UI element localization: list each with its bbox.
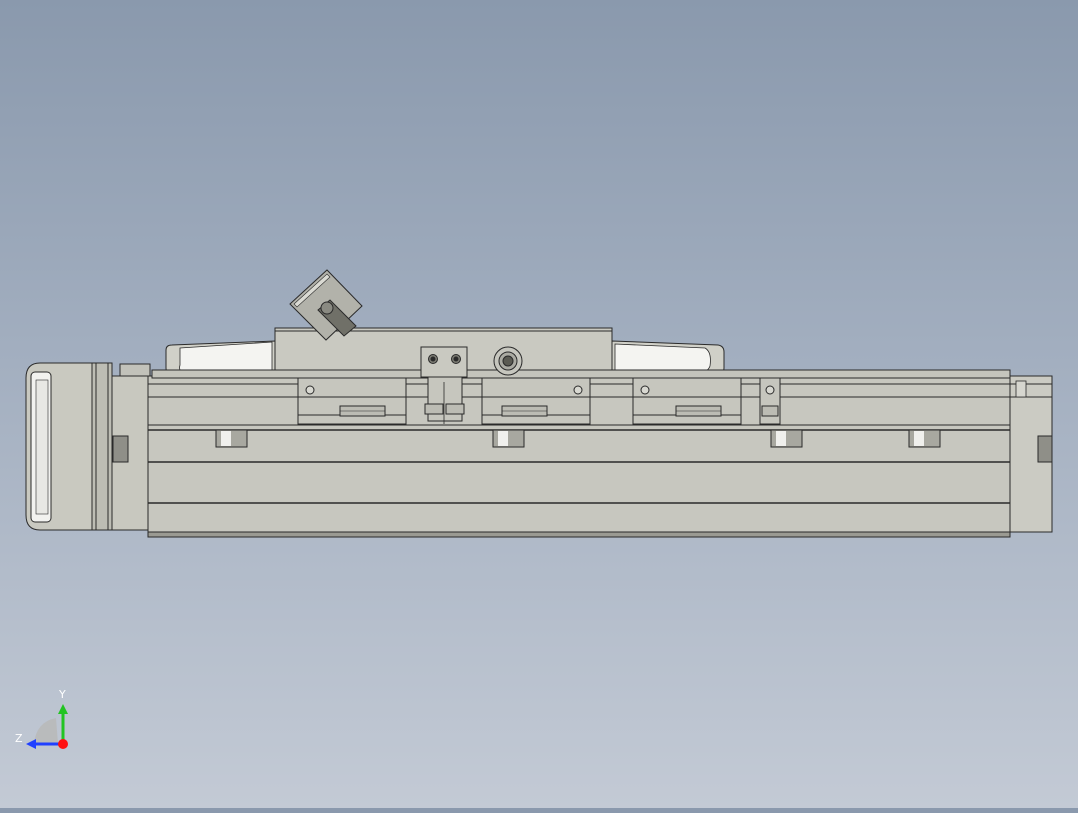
bolt-1	[215, 429, 248, 448]
bolt-2	[492, 429, 525, 448]
linear-actuator-side-view[interactable]	[0, 0, 1078, 808]
cad-graphics-viewport[interactable]: Y Z	[0, 0, 1078, 808]
triad-plane-indicator	[34, 718, 58, 744]
carriage-block-mid	[481, 377, 591, 425]
right-end-cap	[1009, 375, 1053, 533]
grease-nipple	[493, 346, 523, 376]
center-clamp	[420, 346, 468, 424]
triad-x-axis-dot	[58, 739, 68, 749]
orientation-triad[interactable]	[26, 704, 68, 749]
triad-z-label: Z	[15, 732, 23, 745]
bolt-4	[908, 429, 941, 448]
carriage-block-right	[632, 377, 742, 425]
slider-carriage	[151, 327, 1011, 379]
carriage-block-left	[297, 377, 407, 425]
triad-y-label: Y	[59, 688, 66, 701]
end-stop-block	[759, 377, 781, 425]
motor-housing	[25, 362, 151, 531]
bolt-3	[770, 429, 803, 448]
